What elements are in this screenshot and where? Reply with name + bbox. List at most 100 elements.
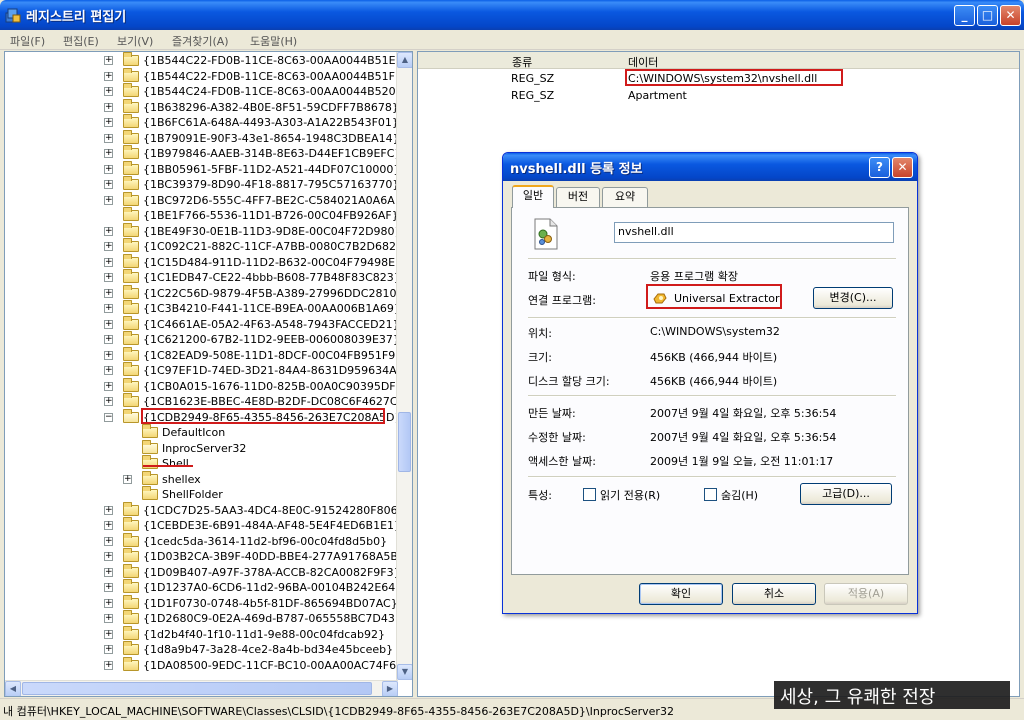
expand-icon[interactable]: + xyxy=(104,195,113,205)
expand-icon[interactable]: + xyxy=(104,381,113,391)
expand-icon[interactable]: + xyxy=(104,505,113,515)
tree-node[interactable]: + {1C97EF1D-74ED-3D21-84A4-8631D959634A} xyxy=(5,362,404,379)
value-row-data[interactable]: Apartment xyxy=(628,89,687,102)
tab-general[interactable]: 일반 xyxy=(512,185,554,208)
scroll-down-arrow-icon[interactable]: ▼ xyxy=(397,664,412,680)
expand-icon[interactable]: + xyxy=(104,567,113,577)
expand-icon[interactable]: + xyxy=(104,133,113,143)
tree-node[interactable]: + {1BB05961-5FBF-11D2-A521-44DF07C10000} xyxy=(5,160,400,178)
collapse-icon[interactable]: − xyxy=(104,412,113,422)
tree-horizontal-scrollbar[interactable]: ◀ ▶ xyxy=(5,680,398,696)
tree-node[interactable]: + {1BC39379-8D90-4F18-8817-795C57163770} xyxy=(5,176,399,193)
expand-icon[interactable]: + xyxy=(104,521,113,530)
menu-favorites[interactable]: 즐겨찾기(A) xyxy=(172,33,229,49)
advanced-button[interactable]: 고급(D)... xyxy=(800,483,892,505)
tree-node[interactable]: + {1CB0A015-1676-11D0-825B-00A0C90395DF} xyxy=(5,377,403,395)
expand-icon[interactable]: + xyxy=(104,319,113,329)
tree-vertical-scrollbar[interactable]: ▲ ▼ xyxy=(396,52,412,680)
expand-icon[interactable]: + xyxy=(104,583,113,592)
tree-node[interactable]: + {1B544C24-FD0B-11CE-8C63-00AA0044B520} xyxy=(5,83,403,100)
column-data-header[interactable]: 데이터 xyxy=(628,54,658,70)
expand-icon[interactable]: + xyxy=(104,335,113,344)
tree-node[interactable]: + {1CEBDE3E-6B91-484A-AF48-5E4F4ED6B1E1} xyxy=(5,517,401,534)
tree-node[interactable]: + {1D1F0730-0748-4b5f-81DF-865694BD07AC} xyxy=(5,594,398,612)
tree-node[interactable]: + {1D2680C9-0E2A-469d-B787-065558BC7D43} xyxy=(5,610,402,627)
tree-node[interactable]: + {1CDC7D25-5AA3-4DC4-8E0C-91524280F806} xyxy=(5,501,405,519)
tree-node[interactable]: + {1C15D484-911D-11D2-B632-00C04F79498E} xyxy=(5,253,402,271)
expand-icon[interactable]: + xyxy=(104,397,113,406)
close-button[interactable]: ✕ xyxy=(1000,5,1021,26)
maximize-button[interactable]: □ xyxy=(977,5,998,26)
key-tree-pane[interactable]: + {1B544C22-FD0B-11CE-8C63-00AA0044B51E} +… xyxy=(4,51,413,697)
expand-icon[interactable]: + xyxy=(104,536,113,546)
tree-node[interactable]: + {1C3B4210-F441-11CE-B9EA-00AA006B1A69} xyxy=(5,300,401,317)
tab-summary[interactable]: 요약 xyxy=(602,187,648,207)
expand-icon[interactable]: + xyxy=(104,645,113,654)
expand-icon[interactable]: + xyxy=(104,242,113,251)
expand-icon[interactable]: + xyxy=(104,552,113,561)
tree-node[interactable]: + {1BC972D6-555C-4FF7-BE2C-C584021A0A6A} xyxy=(5,191,402,209)
tree-node[interactable]: + {1C1EDB47-CE22-4bbb-B608-77B48F83C823} xyxy=(5,269,401,286)
tree-node[interactable]: + {1B544C22-FD0B-11CE-8C63-00AA0044B51E} xyxy=(5,52,403,69)
expand-icon[interactable]: + xyxy=(104,598,113,608)
value-row-type[interactable]: REG_SZ xyxy=(511,89,554,102)
expand-icon[interactable]: + xyxy=(104,257,113,267)
dialog-close-button[interactable]: ✕ xyxy=(892,157,913,178)
tree-node[interactable]: {1BE1F766-5536-11D1-B726-00C04FB926AF} xyxy=(5,207,399,224)
menu-file[interactable]: 파일(F) xyxy=(10,33,45,49)
expand-icon[interactable]: + xyxy=(104,180,113,189)
expand-icon[interactable]: + xyxy=(104,56,113,65)
tree-node[interactable]: DefaultIcon xyxy=(5,424,397,441)
expand-icon[interactable]: + xyxy=(104,226,113,236)
expand-icon[interactable]: + xyxy=(104,660,113,670)
menu-help[interactable]: 도움말(H) xyxy=(250,33,297,49)
tree-node[interactable]: + {1d2b4f40-1f10-11d1-9e88-00c04fdcab92} xyxy=(5,625,397,643)
tree-node[interactable]: + {1C82EAD9-508E-11D1-8DCF-00C04FB951F9} xyxy=(5,346,402,364)
readonly-label[interactable]: 읽기 전용(R) xyxy=(600,487,660,503)
tree-node[interactable]: ShellFolder xyxy=(5,486,397,503)
tree-hscroll-thumb[interactable] xyxy=(22,682,372,695)
help-button[interactable]: ? xyxy=(869,157,890,178)
expand-icon[interactable]: + xyxy=(104,366,113,375)
apply-button[interactable]: 적용(A) xyxy=(824,583,908,605)
tree-node[interactable]: Shell xyxy=(5,455,397,472)
tree-node[interactable]: + {1D1237A0-6CD6-11d2-96BA-00104B242E64} xyxy=(5,579,402,596)
scroll-right-arrow-icon[interactable]: ▶ xyxy=(382,681,398,696)
tree-node[interactable]: + {1B6FC61A-648A-4493-A303-A1A22B543F01} xyxy=(5,114,399,131)
hidden-checkbox[interactable] xyxy=(704,488,717,501)
expand-icon[interactable]: + xyxy=(104,149,113,158)
expand-icon[interactable]: + xyxy=(104,164,113,174)
tree-node[interactable]: + {1B979846-AAEB-314B-8E63-D44EF1CB9EFC} xyxy=(5,145,401,162)
expand-icon[interactable]: + xyxy=(104,629,113,639)
ok-button[interactable]: 확인 xyxy=(639,583,723,605)
expand-icon[interactable]: + xyxy=(104,614,113,623)
expand-icon[interactable]: + xyxy=(104,304,113,313)
expand-icon[interactable]: + xyxy=(104,273,113,282)
filename-field[interactable]: nvshell.dll xyxy=(614,222,894,243)
expand-icon[interactable]: + xyxy=(104,118,113,127)
tree-node[interactable]: + {1D03B2CA-3B9F-40DD-BBE4-277A91768A5B} xyxy=(5,548,405,565)
hidden-label[interactable]: 숨김(H) xyxy=(721,487,758,503)
tree-node[interactable]: + {1B544C22-FD0B-11CE-8C63-00AA0044B51F} xyxy=(5,67,402,85)
expand-icon[interactable]: + xyxy=(104,288,113,298)
menu-view[interactable]: 보기(V) xyxy=(117,33,153,49)
menu-edit[interactable]: 편집(E) xyxy=(63,33,99,49)
expand-icon[interactable]: + xyxy=(123,474,132,484)
tree-node[interactable]: + {1B79091E-90F3-43e1-8654-1948C3DBEA14} xyxy=(5,129,400,147)
tree-node[interactable]: + {1D09B407-A97F-378A-ACCB-82CA0082F9F3} xyxy=(5,563,401,581)
tree-node[interactable]: + shellex xyxy=(5,470,397,488)
change-button[interactable]: 변경(C)... xyxy=(813,287,893,309)
tree-node[interactable]: + {1BE49F30-0E1B-11D3-9D8E-00C04F72D980} xyxy=(5,222,402,240)
tab-version[interactable]: 버전 xyxy=(556,187,600,207)
tree-node[interactable]: InprocServer32 xyxy=(5,439,397,457)
tree-node[interactable]: + {1C621200-67B2-11D2-9EEB-006008039E37} xyxy=(5,331,400,348)
value-row-type[interactable]: REG_SZ xyxy=(511,72,554,85)
tree-node[interactable]: + {1B638296-A382-4B0E-8F51-59CDFF7B8678} xyxy=(5,98,399,116)
tree-node[interactable]: + {1C22C56D-9879-4F5B-A389-27996DDC2810} xyxy=(5,284,403,302)
tree-node[interactable]: + {1C092C21-882C-11CF-A7BB-0080C7B2D682} xyxy=(5,238,403,255)
expand-icon[interactable]: + xyxy=(104,350,113,360)
expand-icon[interactable]: + xyxy=(104,102,113,112)
tree-node[interactable]: + {1C4661AE-05A2-4F63-A548-7943FACCED21} xyxy=(5,315,400,333)
scroll-up-arrow-icon[interactable]: ▲ xyxy=(397,52,412,68)
expand-icon[interactable]: + xyxy=(104,71,113,81)
